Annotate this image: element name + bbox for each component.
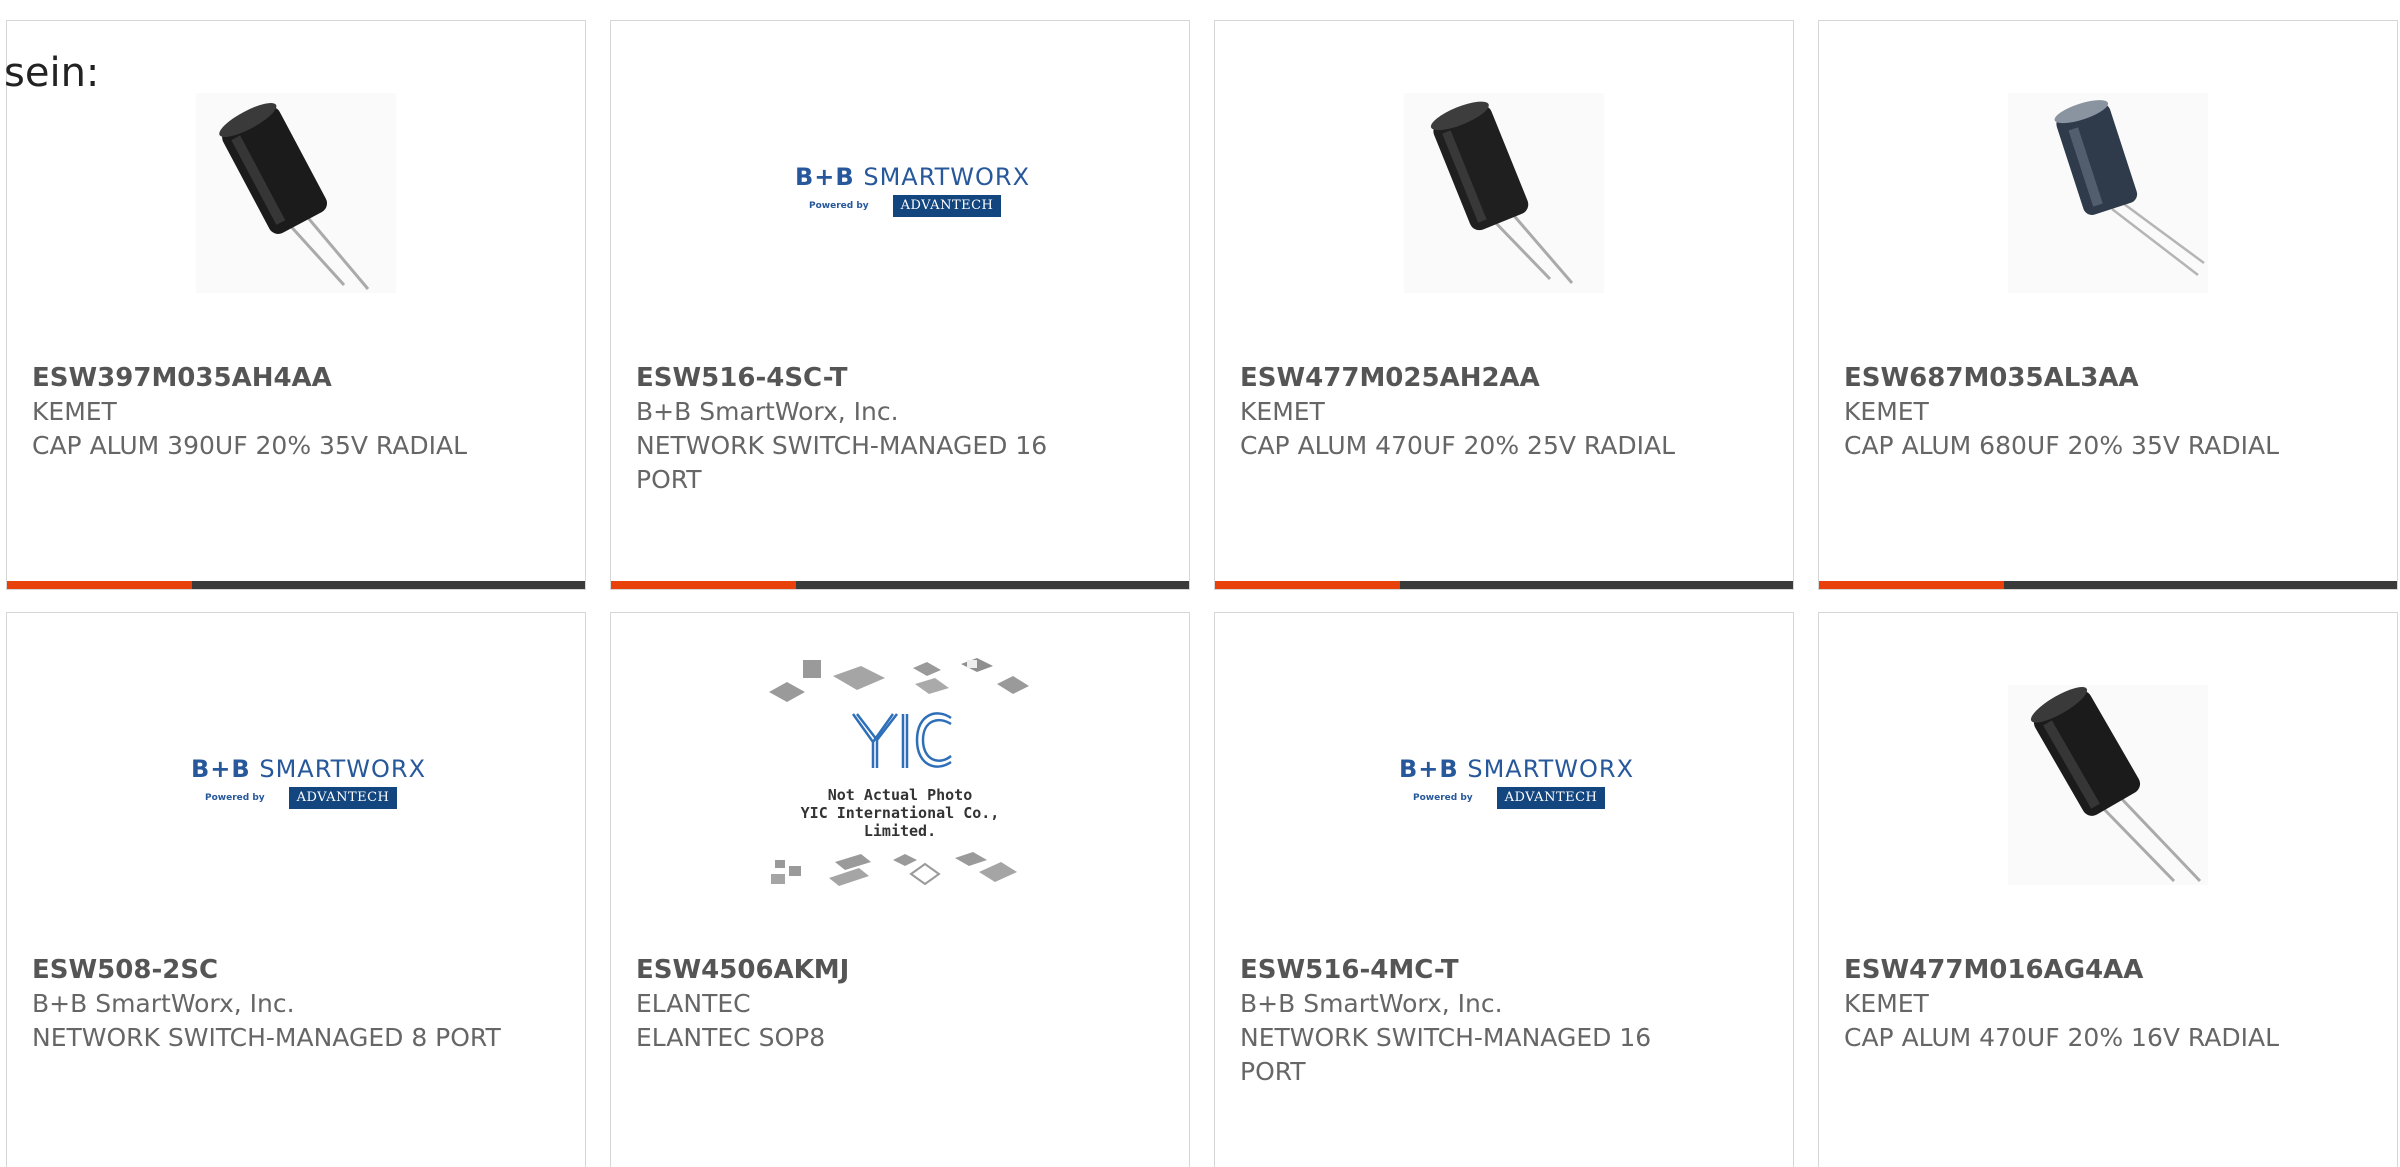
yic-note: Not Actual Photo YIC International Co., …: [765, 786, 1035, 840]
product-info: ESW516-4MC-T B+B SmartWorx, Inc. NETWORK…: [1240, 953, 1720, 1089]
yic-note-line1: Not Actual Photo: [827, 786, 973, 804]
advantech-logo: ADVANTECH: [1497, 787, 1605, 809]
progress-accent: [7, 581, 192, 589]
bb-smartworx-logo: B+B SMARTWORX Powered by ADVANTECH: [191, 755, 425, 815]
product-card[interactable]: ESW477M025AH2AA KEMET CAP ALUM 470UF 20%…: [1214, 20, 1794, 590]
manufacturer: KEMET: [1844, 397, 1929, 426]
manufacturer: KEMET: [1844, 989, 1929, 1018]
product-card[interactable]: ESW687M035AL3AA KEMET CAP ALUM 680UF 20%…: [1818, 20, 2398, 590]
product-info: ESW397M035AH4AA KEMET CAP ALUM 390UF 20%…: [32, 361, 512, 463]
product-card[interactable]: B+B SMARTWORX Powered by ADVANTECH ESW51…: [610, 20, 1190, 590]
part-number-link[interactable]: ESW397M035AH4AA: [32, 361, 512, 395]
product-info: ESW4506AKMJ ELANTEC ELANTEC SOP8: [636, 953, 1116, 1055]
product-card[interactable]: B+B SMARTWORX Powered by ADVANTECH ESW50…: [6, 612, 586, 1167]
bb-brand-text: B+B SMARTWORX: [191, 755, 427, 783]
capacitor-icon: [1404, 93, 1604, 293]
chip-cluster-bottom-icon: [771, 852, 1017, 886]
part-number-link[interactable]: ESW508-2SC: [32, 953, 512, 987]
part-number-link[interactable]: ESW516-4SC-T: [636, 361, 1116, 395]
part-number-link[interactable]: ESW4506AKMJ: [636, 953, 1116, 987]
product-card[interactable]: ESW397M035AH4AA KEMET CAP ALUM 390UF 20%…: [6, 20, 586, 590]
product-grid: ESW397M035AH4AA KEMET CAP ALUM 390UF 20%…: [6, 20, 2400, 1167]
manufacturer: B+B SmartWorx, Inc.: [1240, 989, 1503, 1018]
product-thumbnail[interactable]: [1215, 89, 1793, 297]
card-bottom-bar: [7, 581, 585, 589]
bb-smartworx-logo: B+B SMARTWORX Powered by ADVANTECH: [795, 163, 1029, 223]
product-info: ESW477M025AH2AA KEMET CAP ALUM 470UF 20%…: [1240, 361, 1720, 463]
manufacturer: KEMET: [32, 397, 117, 426]
product-card[interactable]: Not Actual Photo YIC International Co., …: [610, 612, 1190, 1167]
product-card[interactable]: ESW477M016AG4AA KEMET CAP ALUM 470UF 20%…: [1818, 612, 2398, 1167]
description: CAP ALUM 680UF 20% 35V RADIAL: [1844, 431, 2280, 460]
description: CAP ALUM 470UF 20% 16V RADIAL: [1844, 1023, 2280, 1052]
product-info: ESW516-4SC-T B+B SmartWorx, Inc. NETWORK…: [636, 361, 1116, 497]
bb-smartworx-logo: B+B SMARTWORX Powered by ADVANTECH: [1399, 755, 1633, 815]
yic-placeholder-image: Not Actual Photo YIC International Co., …: [765, 656, 1035, 896]
bb-brand-text: B+B SMARTWORX: [1399, 755, 1635, 783]
bb-powered-text: Powered by: [809, 201, 869, 211]
manufacturer: B+B SmartWorx, Inc.: [636, 397, 899, 426]
progress-accent: [1215, 581, 1400, 589]
description: NETWORK SWITCH-MANAGED 16 PORT: [1240, 1023, 1652, 1086]
product-thumbnail[interactable]: Not Actual Photo YIC International Co., …: [611, 651, 1189, 901]
progress-accent: [1819, 581, 2004, 589]
advantech-logo: ADVANTECH: [289, 787, 397, 809]
bb-powered-text: Powered by: [205, 793, 265, 803]
card-bottom-bar: [1215, 581, 1793, 589]
capacitor-icon: [2008, 93, 2208, 293]
capacitor-icon: [2008, 685, 2208, 885]
bb-brand-text: B+B SMARTWORX: [795, 163, 1031, 191]
capacitor-icon: [196, 93, 396, 293]
product-thumbnail[interactable]: B+B SMARTWORX Powered by ADVANTECH: [1215, 681, 1793, 889]
product-thumbnail[interactable]: B+B SMARTWORX Powered by ADVANTECH: [7, 681, 585, 889]
progress-accent: [611, 581, 796, 589]
advantech-logo: ADVANTECH: [893, 195, 1001, 217]
part-number-link[interactable]: ESW516-4MC-T: [1240, 953, 1720, 987]
product-card[interactable]: B+B SMARTWORX Powered by ADVANTECH ESW51…: [1214, 612, 1794, 1167]
manufacturer: B+B SmartWorx, Inc.: [32, 989, 295, 1018]
page: sein: ESW397M035AH4AA KEMET CAP ALUM 390…: [0, 0, 2400, 1167]
yic-note-line2: YIC International Co., Limited.: [800, 804, 1000, 840]
product-thumbnail[interactable]: [7, 89, 585, 297]
part-number-link[interactable]: ESW477M016AG4AA: [1844, 953, 2324, 987]
bb-powered-text: Powered by: [1413, 793, 1473, 803]
product-info: ESW687M035AL3AA KEMET CAP ALUM 680UF 20%…: [1844, 361, 2324, 463]
description: CAP ALUM 470UF 20% 25V RADIAL: [1240, 431, 1676, 460]
description: CAP ALUM 390UF 20% 35V RADIAL: [32, 431, 468, 460]
product-info: ESW508-2SC B+B SmartWorx, Inc. NETWORK S…: [32, 953, 512, 1055]
description: NETWORK SWITCH-MANAGED 8 PORT: [32, 1023, 501, 1052]
card-bottom-bar: [611, 581, 1189, 589]
product-thumbnail[interactable]: B+B SMARTWORX Powered by ADVANTECH: [611, 89, 1189, 297]
part-number-link[interactable]: ESW687M035AL3AA: [1844, 361, 2324, 395]
part-number-link[interactable]: ESW477M025AH2AA: [1240, 361, 1720, 395]
product-thumbnail[interactable]: [1819, 681, 2397, 889]
product-info: ESW477M016AG4AA KEMET CAP ALUM 470UF 20%…: [1844, 953, 2324, 1055]
manufacturer: KEMET: [1240, 397, 1325, 426]
product-thumbnail[interactable]: [1819, 89, 2397, 297]
description: ELANTEC SOP8: [636, 1023, 826, 1052]
description: NETWORK SWITCH-MANAGED 16 PORT: [636, 431, 1048, 494]
manufacturer: ELANTEC: [636, 989, 751, 1018]
lead-in-text: sein:: [4, 50, 100, 96]
card-bottom-bar: [1819, 581, 2397, 589]
